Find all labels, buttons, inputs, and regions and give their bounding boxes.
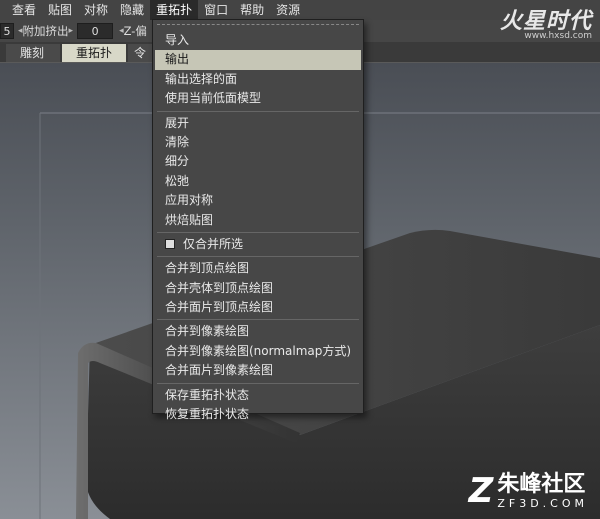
dropdown-item[interactable]: 烘焙贴图 [155,211,361,230]
dropdown-item[interactable]: 松弛 [155,172,361,191]
menu-separator [157,110,359,112]
zf3d-logo-url: ZF3D.COM [497,496,588,510]
dropdown-item[interactable]: 导入 [155,31,361,50]
menu-separator [157,231,359,233]
arrow-right-icon[interactable]: ▸ [69,26,74,36]
menu-separator [157,319,359,321]
dropdown-item[interactable]: 展开 [155,114,361,133]
dropdown-item[interactable]: 合并到顶点绘图 [155,259,361,278]
menu-window[interactable]: 窗口 [198,0,234,20]
zf3d-z-icon: Z [468,471,494,511]
axis-label: Z-偏 [123,24,147,38]
menu-view[interactable]: 查看 [6,0,42,20]
menu-separator [157,382,359,384]
menu-texture[interactable]: 贴图 [42,0,78,20]
menu-retopology[interactable]: 重拓扑 [150,0,199,20]
dropdown-item[interactable]: 使用当前低面模型 [155,89,361,108]
dropdown-item[interactable]: 合并面片到像素绘图 [155,361,361,380]
checkbox-icon[interactable] [165,239,175,250]
menu-hide[interactable]: 隐藏 [114,0,150,20]
menu-separator [157,256,359,258]
tear-off-line[interactable] [157,24,359,29]
extrude-label: 附加挤出 [22,24,69,38]
dropdown-item[interactable]: 恢复重拓扑状态 [155,405,361,424]
tab-other[interactable]: 令 [128,44,153,62]
dropdown-item[interactable]: 清除 [155,133,361,152]
tab-retopology[interactable]: 重拓扑 [62,44,126,62]
tab-sculpt[interactable]: 雕刻 [6,44,60,62]
menu-help[interactable]: 帮助 [234,0,270,20]
dropdown-item[interactable]: 保存重拓扑状态 [155,386,361,405]
menu-symmetry[interactable]: 对称 [78,0,114,20]
zf3d-logo: Z 朱峰社区 ZF3D.COM [469,471,588,511]
dropdown-item[interactable]: 合并到像素绘图 [155,322,361,341]
retopology-dropdown-menu: 导入 输出 输出选择的面 使用当前低面模型 展开 清除 细分 松弛 应用对称 烘焙贴图仅合并所选合… [152,19,364,421]
dropdown-item[interactable]: 输出选择的面 [155,70,361,89]
dropdown-item[interactable]: 输出 [155,50,361,70]
zf3d-logo-text: 朱峰社区 [497,471,586,497]
left-value-field[interactable]: 5 [0,23,14,39]
dropdown-item[interactable]: 合并壳体到顶点绘图 [155,279,361,298]
checkbox-label: 仅合并所选 [183,236,244,251]
dropdown-item[interactable]: 仅合并所选 [155,235,361,254]
menu-resources[interactable]: 资源 [270,0,306,20]
dropdown-items: 导入 输出 输出选择的面 使用当前低面模型 展开 清除 细分 松弛 应用对称 烘焙贴图仅合并所选合… [153,31,363,424]
dropdown-item[interactable]: 应用对称 [155,191,361,210]
hxsd-logo: 火星时代 www.hxsd.com [500,3,592,41]
dropdown-item[interactable]: 合并到像素绘图(normalmap方式) [155,342,361,361]
extrude-value-field[interactable]: 0 [77,23,114,39]
dropdown-item[interactable]: 细分 [155,152,361,171]
dropdown-item[interactable]: 合并面片到顶点绘图 [155,298,361,317]
